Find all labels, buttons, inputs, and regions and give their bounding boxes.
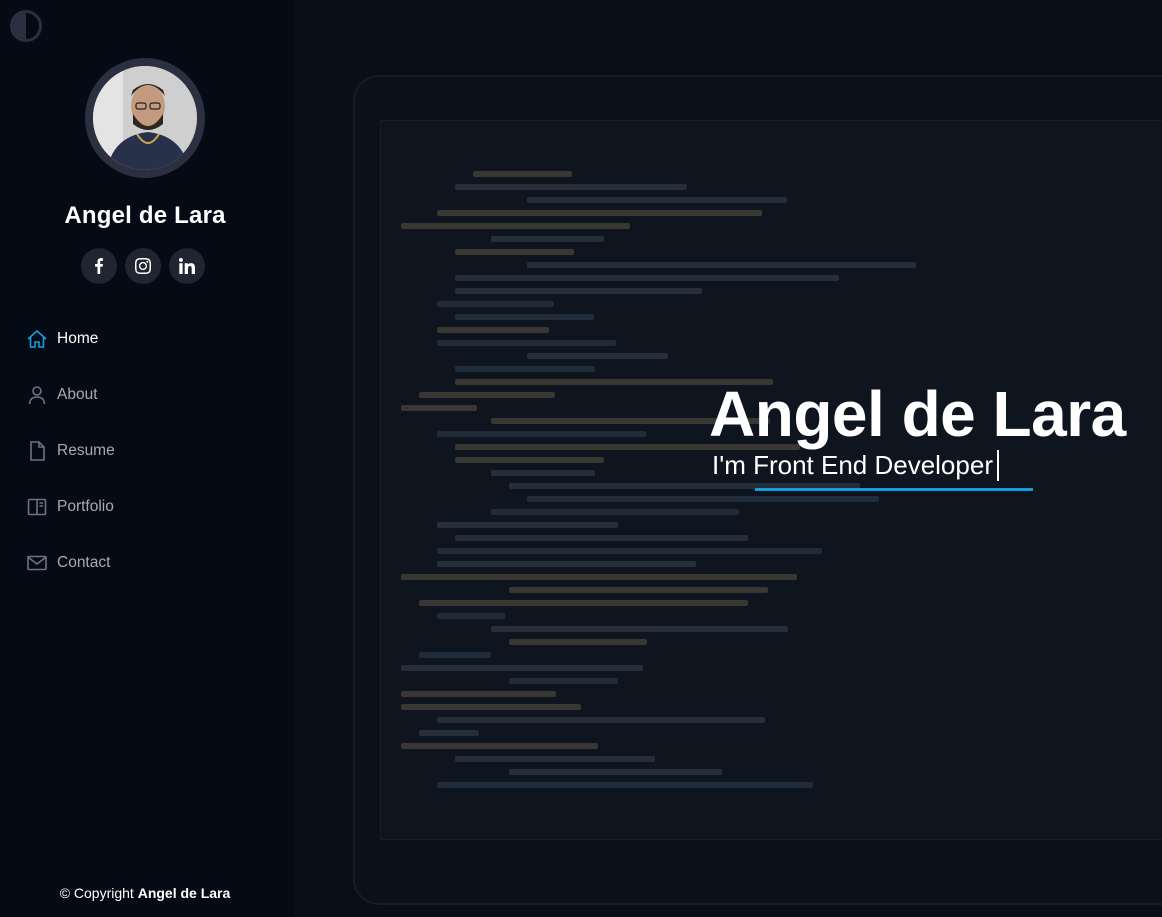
facebook-icon — [95, 258, 103, 274]
hero-subtitle: I'm Front End Developer — [712, 450, 999, 481]
nav-item-label: About — [57, 386, 98, 403]
home-icon — [26, 328, 48, 350]
nav-item-contact[interactable]: Contact — [26, 535, 276, 591]
instagram-icon — [135, 258, 151, 274]
avatar-photo — [93, 66, 197, 170]
instagram-button[interactable] — [125, 248, 161, 284]
main-nav: Home About Resume Portfolio Contact — [26, 311, 276, 591]
copyright: © Copyright Angel de Lara — [0, 885, 290, 901]
nav-item-home[interactable]: Home — [26, 311, 276, 367]
facebook-button[interactable] — [81, 248, 117, 284]
envelope-icon — [26, 552, 48, 574]
hero-title: Angel de Lara — [709, 378, 1126, 450]
sidebar: Angel de Lara Home About Resume Portfoli… — [0, 0, 295, 917]
theme-toggle-icon[interactable] — [10, 10, 42, 42]
nav-item-portfolio[interactable]: Portfolio — [26, 479, 276, 535]
avatar — [85, 58, 205, 178]
linkedin-button[interactable] — [169, 248, 205, 284]
copyright-name: Angel de Lara — [137, 885, 231, 901]
person-icon — [26, 384, 48, 406]
theme-toggle-half — [13, 13, 26, 39]
nav-item-resume[interactable]: Resume — [26, 423, 276, 479]
hero-underline — [755, 488, 1033, 491]
linkedin-icon — [179, 258, 195, 274]
nav-item-label: Resume — [57, 442, 115, 459]
nav-item-label: Contact — [57, 554, 111, 571]
nav-item-about[interactable]: About — [26, 367, 276, 423]
copyright-prefix: © Copyright — [59, 885, 134, 901]
book-icon — [26, 496, 48, 518]
nav-item-label: Portfolio — [57, 498, 114, 515]
file-icon — [26, 440, 48, 462]
profile-name: Angel de Lara — [64, 202, 226, 229]
hero-section: Angel de Lara I'm Front End Developer — [295, 0, 1162, 917]
social-links — [81, 248, 205, 284]
nav-item-label: Home — [57, 330, 99, 347]
